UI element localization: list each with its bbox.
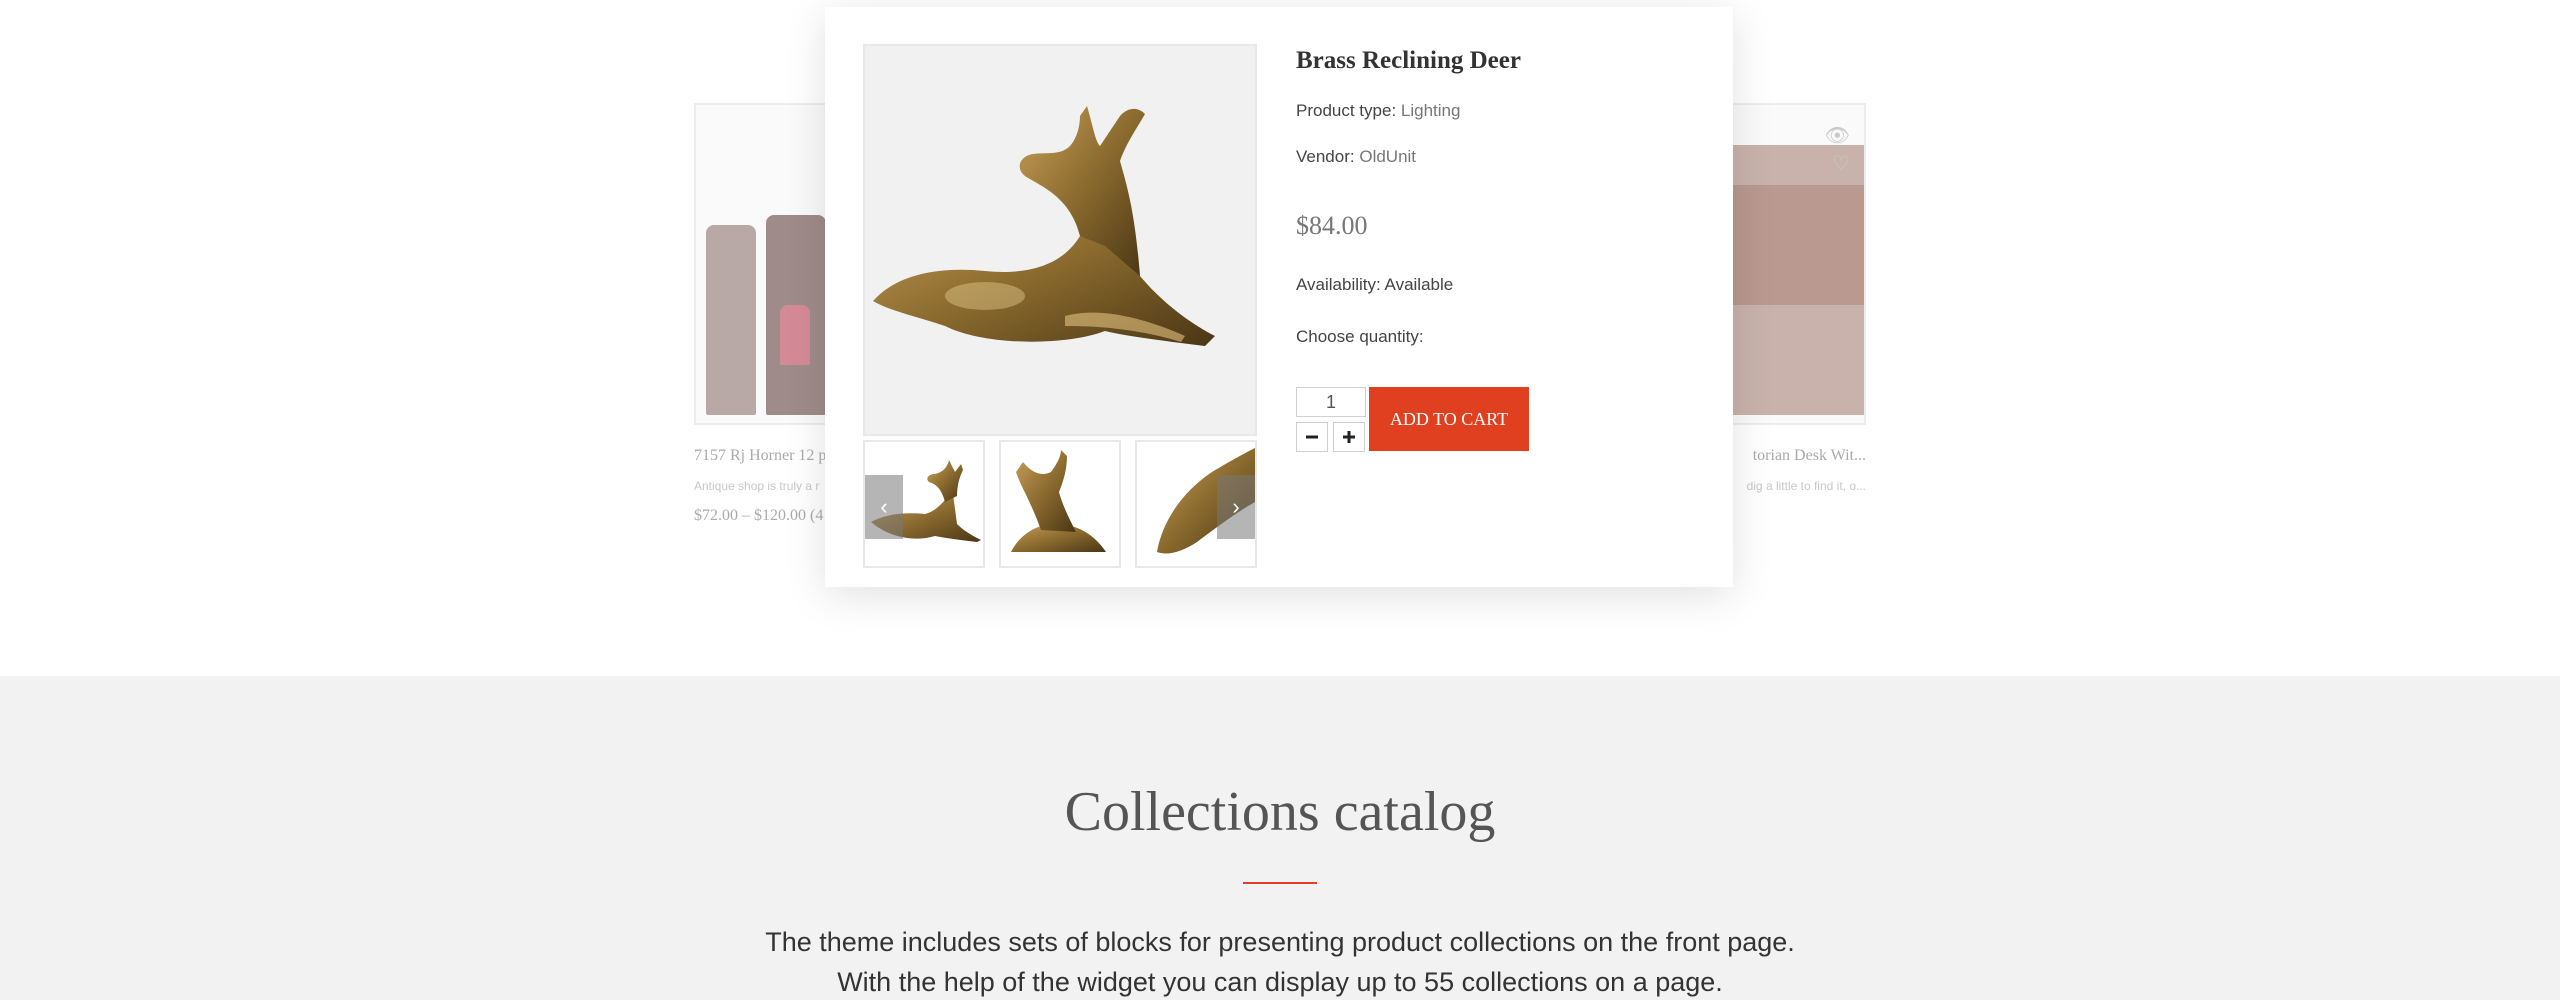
product-availability: Availability: Available <box>1296 275 1716 295</box>
product-title: Brass Reclining Deer <box>1296 47 1521 74</box>
vendor-label: Vendor: <box>1296 147 1355 166</box>
add-to-cart-button[interactable]: ADD TO CART <box>1369 387 1529 451</box>
thumbnail-next-arrow[interactable]: › <box>1217 475 1255 539</box>
quantity-label: Choose quantity: <box>1296 327 1424 346</box>
thumbnail[interactable] <box>999 440 1121 568</box>
vendor-value[interactable]: OldUnit <box>1359 147 1416 166</box>
eye-icon[interactable]: 👁 <box>1825 123 1850 148</box>
title-divider <box>1243 882 1317 884</box>
brass-deer-image <box>873 106 1215 346</box>
thumbnail-carousel: ‹ › <box>863 440 1257 568</box>
availability-value: Available <box>1384 275 1454 294</box>
availability-label: Availability: <box>1296 275 1381 294</box>
product-info: Brass Reclining Deer Product type: Light… <box>1296 47 1716 347</box>
thumbnail-prev-arrow[interactable]: ‹ <box>865 475 903 539</box>
minus-icon <box>1306 435 1318 439</box>
product-price: $84.00 <box>1296 211 1368 240</box>
description-line: The theme includes sets of blocks for pr… <box>765 927 1795 957</box>
collections-section: Collections catalog The theme includes s… <box>0 676 2560 1000</box>
section-title: Collections catalog <box>1064 781 1496 843</box>
quick-view-modal: ‹ › Brass Reclining Deer Product type: L… <box>825 7 1733 587</box>
product-main-image[interactable] <box>863 44 1257 436</box>
product-type-value[interactable]: Lighting <box>1401 101 1461 120</box>
deer-thumbnail-2 <box>1011 450 1106 552</box>
section-description: The theme includes sets of blocks for pr… <box>0 922 2560 1002</box>
plus-icon <box>1343 431 1355 443</box>
quantity-decrease-button[interactable] <box>1296 422 1328 452</box>
quantity-input[interactable]: 1 <box>1296 387 1366 417</box>
product-type: Product type: Lighting <box>1296 101 1716 121</box>
quantity-increase-button[interactable] <box>1333 422 1365 452</box>
heart-icon[interactable]: ♡ <box>1832 151 1850 176</box>
product-vendor: Vendor: OldUnit <box>1296 147 1716 167</box>
description-line: With the help of the widget you can disp… <box>837 967 1723 997</box>
product-type-label: Product type: <box>1296 101 1397 120</box>
